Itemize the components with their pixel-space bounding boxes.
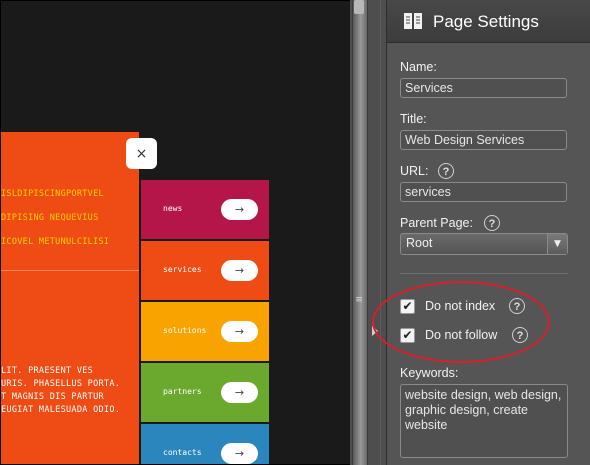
menu-item-contacts[interactable]: contacts →: [141, 424, 269, 464]
parent-page-label: Parent Page:: [400, 216, 473, 230]
arrow-right-icon[interactable]: →: [221, 260, 258, 281]
parent-page-select[interactable]: Root ▼: [400, 233, 568, 255]
website-preview: ISLDIPISCINGPORTVEL DIPISING NEQUEVIUS I…: [1, 1, 350, 464]
page-settings-panel: Page Settings Name: Services Title: Web …: [386, 0, 590, 465]
arrow-right-icon[interactable]: →: [221, 382, 258, 403]
book-icon: [404, 13, 422, 29]
help-icon[interactable]: ?: [484, 215, 500, 231]
content-text-line: T MAGNIS DIS PARTUR: [1, 392, 104, 402]
content-divider: [1, 270, 139, 271]
menu-item-label: services: [163, 265, 202, 274]
name-field[interactable]: Services: [400, 78, 567, 98]
panel-header: Page Settings: [387, 0, 590, 43]
help-icon[interactable]: ?: [438, 163, 454, 179]
scrollbar-thumb[interactable]: [354, 0, 364, 14]
keywords-textarea[interactable]: website design, web design, graphic desi…: [400, 384, 568, 458]
vertical-scrollbar[interactable]: [352, 0, 368, 465]
menu-item-label: partners: [163, 387, 202, 396]
menu-item-services[interactable]: services →: [141, 241, 269, 300]
arrow-right-icon[interactable]: →: [221, 199, 258, 220]
close-button[interactable]: ×: [126, 138, 157, 169]
close-icon: ×: [135, 145, 148, 162]
chevron-down-icon[interactable]: ▼: [547, 234, 567, 254]
content-text-line: ISLDIPISCINGPORTVEL: [1, 189, 104, 199]
url-field[interactable]: services: [400, 182, 567, 202]
content-text-line: DIPISING NEQUEVIUS: [1, 213, 99, 223]
arrow-right-icon[interactable]: →: [221, 321, 258, 342]
annotation-highlight-ellipse: [372, 281, 550, 363]
menu-item-solutions[interactable]: solutions →: [141, 302, 269, 361]
keywords-label: Keywords:: [400, 366, 459, 380]
menu-item-news[interactable]: news →: [141, 180, 269, 239]
menu-item-label: news: [163, 204, 183, 213]
title-field[interactable]: Web Design Services: [400, 130, 567, 150]
parent-page-value: Root: [406, 236, 433, 250]
menu-item-label: contacts: [163, 448, 202, 457]
grip-icon[interactable]: ≡: [354, 295, 364, 305]
menu-item-label: solutions: [163, 326, 207, 335]
url-label: URL:: [400, 164, 429, 178]
title-label: Title:: [400, 112, 427, 126]
divider: [400, 273, 568, 274]
content-text-line: LIT. PRAESENT VES: [1, 366, 94, 376]
menu-item-partners[interactable]: partners →: [141, 363, 269, 422]
content-text-line: ICOVEL METUNULCILISI: [1, 237, 110, 247]
content-text-line: EUGIAT MALESUADA ODIO.: [1, 405, 121, 415]
content-text-line: URIS. PHASELLUS PORTA.: [1, 379, 121, 389]
panel-title: Page Settings: [433, 12, 539, 31]
arrow-right-icon[interactable]: →: [221, 443, 258, 464]
splitter-line: [380, 0, 381, 465]
name-label: Name:: [400, 60, 437, 74]
